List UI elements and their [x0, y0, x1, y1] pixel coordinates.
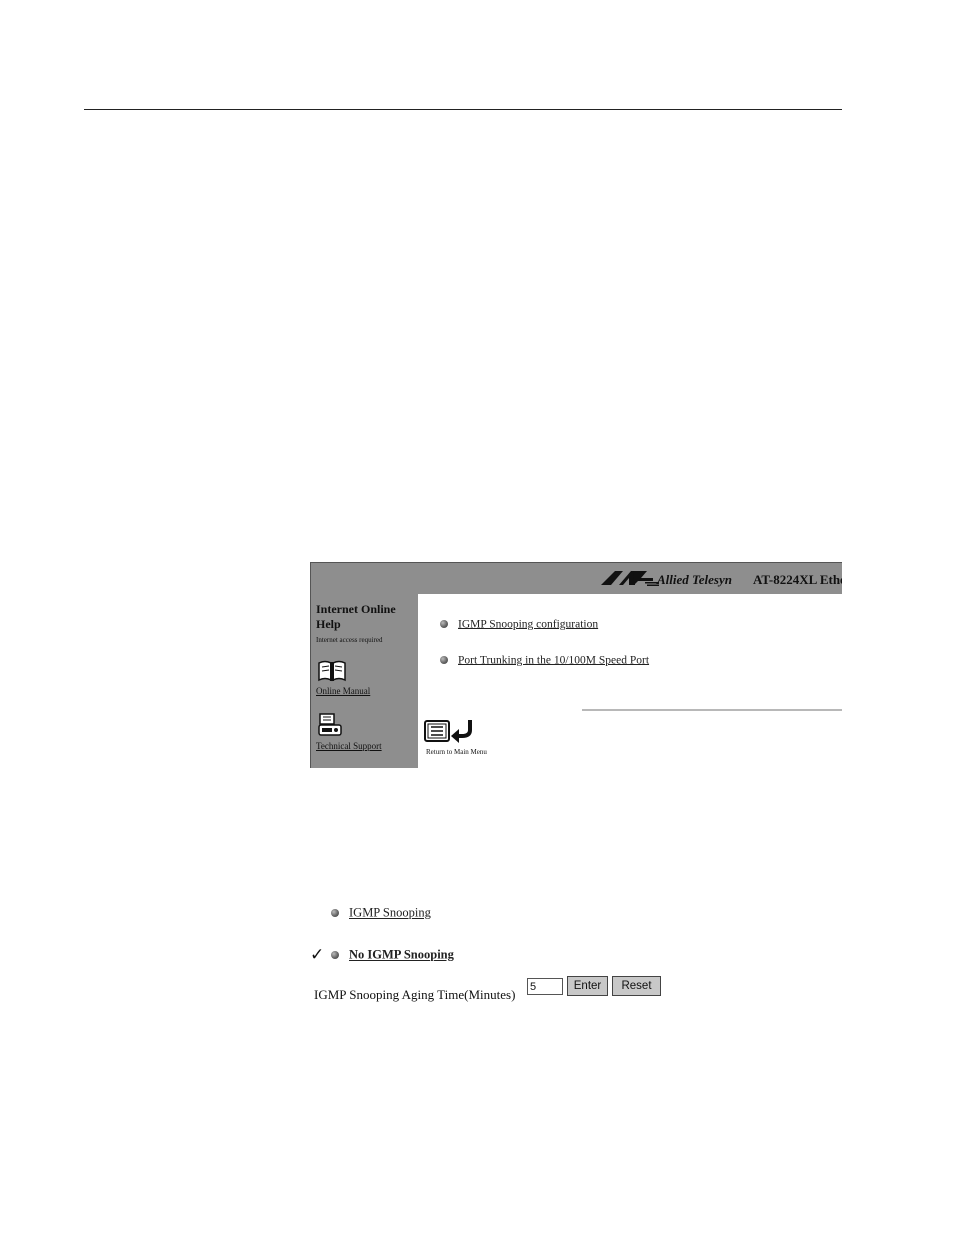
book-icon[interactable]: [317, 660, 347, 682]
help-note: Internet access required: [316, 636, 383, 644]
return-to-main-menu-icon[interactable]: [424, 718, 474, 744]
menu-item-port-trunking[interactable]: Port Trunking in the 10/100M Speed Port: [440, 654, 649, 666]
igmp-snooping-option[interactable]: IGMP Snooping: [331, 905, 431, 921]
enter-button[interactable]: Enter: [567, 976, 608, 996]
brand-name: Allied Telesyn: [657, 572, 732, 587]
bullet-icon: [440, 620, 448, 629]
bullet-icon: [331, 909, 339, 918]
help-sidebar: Internet Online Help Internet access req…: [310, 594, 418, 768]
return-arrow-icon: [458, 720, 472, 738]
allied-telesyn-logo-icon: [601, 571, 659, 586]
model-name: AT-8224XL Ethe: [753, 572, 842, 587]
bullet-icon: [440, 656, 448, 665]
telephone-icon[interactable]: [317, 712, 343, 738]
no-igmp-snooping-label: No IGMP Snooping: [349, 947, 454, 962]
help-title: Internet Online Help: [316, 602, 396, 631]
igmp-snooping-label: IGMP Snooping: [349, 905, 431, 920]
menu-item-label: IGMP Snooping configuration: [458, 618, 599, 631]
page-top-rule: [84, 109, 842, 110]
menu-item-igmp-snooping-config[interactable]: IGMP Snooping configuration: [440, 618, 598, 630]
checkmark-icon: ✓: [310, 945, 325, 965]
reset-button[interactable]: Reset: [612, 976, 661, 996]
header-banner: Allied Telesyn AT-8224XL Ethe: [310, 562, 842, 594]
online-manual-link[interactable]: Online Manual: [316, 686, 370, 696]
menu-item-label: Port Trunking in the 10/100M Speed Port: [458, 654, 650, 667]
igmp-menu-screenshot: Allied Telesyn AT-8224XL Ethe Internet O…: [310, 562, 842, 768]
horizontal-divider: [582, 709, 842, 711]
no-igmp-snooping-option[interactable]: No IGMP Snooping: [331, 947, 454, 963]
technical-support-link[interactable]: Technical Support: [316, 741, 382, 751]
aging-time-label: IGMP Snooping Aging Time(Minutes): [314, 987, 516, 1002]
return-to-main-menu-label[interactable]: Return to Main Menu: [426, 748, 487, 756]
bullet-icon: [331, 951, 339, 960]
aging-time-input[interactable]: [527, 978, 563, 995]
